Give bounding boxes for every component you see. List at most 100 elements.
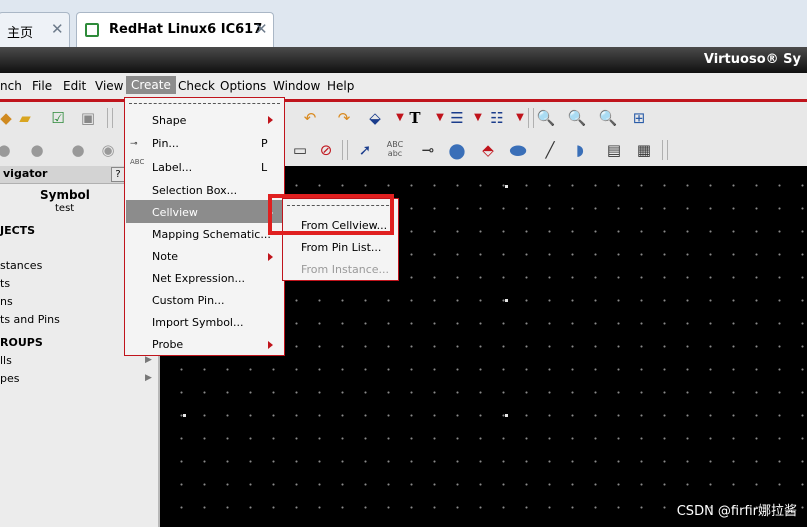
distribute-icon[interactable]: ☷ [487, 108, 507, 128]
menu-item-cellview[interactable]: Cellview [152, 206, 198, 219]
cell-view: test [55, 203, 75, 214]
menu-item-probe[interactable]: Probe [152, 338, 183, 351]
menu-create[interactable]: Create [126, 76, 176, 94]
tab-redhat[interactable]: RedHat Linux6 IC617 ✕ [76, 12, 274, 47]
grid-major-dot [505, 414, 508, 417]
nav-item-types[interactable]: pes [0, 372, 19, 385]
zoom-in-icon[interactable]: 🔍 [536, 108, 556, 128]
redo-icon[interactable]: ↷ [334, 108, 354, 128]
create-menu: Shape ⊸ Pin... P ABC Label... L Selectio… [124, 97, 285, 356]
text-tool-icon[interactable]: T [405, 108, 425, 128]
window-title: Virtuoso® Sy [703, 52, 801, 67]
save-check-icon[interactable]: ☑ [48, 108, 68, 128]
label-abc-icon[interactable]: ABC abc [385, 140, 405, 160]
accel-pin: P [261, 137, 268, 150]
menu-help[interactable]: Help [327, 79, 354, 93]
toolbar-shapes: ● ● ● ◉ ▭ ⊘ ➚ ABC abc ⊸ ● ⬘ ⬬ ╱ ◗ ▤ ▦ [0, 134, 807, 167]
menu-item-note[interactable]: Note [152, 250, 178, 263]
window-titlebar: Virtuoso® Sy [0, 47, 807, 73]
menu-item-custom-pin[interactable]: Custom Pin... [152, 294, 225, 307]
menu-file[interactable]: File [32, 79, 52, 93]
abc-text: ABC [386, 140, 404, 149]
circle-button-icon[interactable]: ◉ [98, 140, 118, 160]
abc-text-lower: abc [387, 149, 403, 158]
menu-check[interactable]: Check [178, 79, 215, 93]
dropdown-arrow-icon[interactable]: ▼ [510, 108, 530, 128]
section-groups[interactable]: ROUPS [0, 336, 43, 349]
align-icon[interactable]: ☰ [447, 108, 467, 128]
menu-item-from-instance: From Instance... [301, 263, 390, 276]
menu-item-label[interactable]: Label... [152, 161, 192, 174]
menu-edit[interactable]: Edit [63, 79, 86, 93]
dropdown-arrow-icon[interactable]: ▼ [468, 108, 488, 128]
grid-major-dot [183, 414, 186, 417]
help-button[interactable]: ? [111, 167, 125, 182]
ellipse-icon[interactable]: ⬬ [508, 140, 528, 160]
tool-icon[interactable]: ◆ [0, 108, 16, 128]
menu-item-import-symbol[interactable]: Import Symbol... [152, 316, 243, 329]
menu-highlight [126, 200, 283, 223]
toolbar-main: ◆ ▰ ☑ ▣ ↶ ↷ ⬙ ▼ T ▼ ☰ ▼ ☷ ▼ 🔍 🔍 🔍 ⊞ [0, 102, 807, 135]
nav-item-pins[interactable]: ns [0, 295, 13, 308]
expand-arrow-icon[interactable]: ▶ [145, 373, 152, 383]
tab-redhat-close-icon[interactable]: ✕ [255, 20, 268, 38]
toolbar-separator [662, 140, 668, 160]
zoom-area-icon[interactable]: ⊞ [629, 108, 649, 128]
circle-shape-icon[interactable]: ● [447, 140, 467, 160]
menu-bar: nch File Edit View Create Check Options … [0, 73, 807, 102]
stretch-icon[interactable]: ⬙ [365, 108, 385, 128]
menu-window[interactable]: Window [273, 79, 320, 93]
pin-icon: ⊸ [130, 139, 138, 149]
menu-launch[interactable]: nch [0, 79, 22, 93]
submenu-arrow-icon [268, 116, 273, 124]
tab-home-label: 主页 [7, 26, 34, 41]
zoom-fit-icon[interactable]: 🔍 [598, 108, 618, 128]
grid-major-dot [505, 185, 508, 188]
pin-icon[interactable]: ⊸ [418, 140, 438, 160]
grid-major-dot [505, 299, 508, 302]
circle-button-icon[interactable]: ● [27, 140, 47, 160]
arc-icon[interactable]: ◗ [570, 140, 590, 160]
accel-label: L [261, 161, 268, 174]
menu-item-mapping-schematic[interactable]: Mapping Schematic... [152, 228, 271, 241]
nav-item-cells[interactable]: lls [0, 354, 12, 367]
delete-window-icon[interactable]: ⊘ [316, 140, 336, 160]
browser-tab-strip: 主页 ✕ RedHat Linux6 IC617 ✕ [0, 0, 807, 48]
select-arrow-icon[interactable]: ➚ [355, 140, 375, 160]
save-disabled-icon[interactable]: ▣ [78, 108, 98, 128]
line-icon[interactable]: ╱ [540, 140, 560, 160]
circle-button-icon[interactable]: ● [68, 140, 88, 160]
tear-off-line[interactable] [129, 103, 280, 104]
label-abc-icon: ABC [130, 158, 145, 166]
undo-icon[interactable]: ↶ [300, 108, 320, 128]
toolbar-separator [342, 140, 348, 160]
menu-item-from-pin-list[interactable]: From Pin List... [301, 241, 381, 254]
cell-name: Symbol [40, 188, 90, 202]
menu-view[interactable]: View [95, 79, 123, 93]
tab-home[interactable]: 主页 ✕ [0, 12, 70, 47]
zoom-out-icon[interactable]: 🔍 [567, 108, 587, 128]
menu-item-shape[interactable]: Shape [152, 114, 186, 127]
navigator-title: vigator [3, 167, 48, 180]
section-objects[interactable]: JECTS [0, 224, 35, 237]
expand-arrow-icon[interactable]: ▶ [145, 355, 152, 365]
toolbar-separator [528, 108, 534, 128]
window-icon[interactable]: ▭ [290, 140, 310, 160]
annotation-highlight-box [268, 194, 394, 235]
circle-button-icon[interactable]: ● [0, 140, 14, 160]
menu-options[interactable]: Options [220, 79, 266, 93]
nav-item-nets[interactable]: ts [0, 277, 10, 290]
menu-item-selection-box[interactable]: Selection Box... [152, 184, 237, 197]
open-folder-icon[interactable]: ▰ [15, 108, 35, 128]
submenu-arrow-icon [268, 341, 273, 349]
menu-item-net-expression[interactable]: Net Expression... [152, 272, 245, 285]
tab-redhat-label: RedHat Linux6 IC617 [109, 22, 263, 37]
menu-item-pin[interactable]: Pin... [152, 137, 179, 150]
page-icon[interactable]: ▦ [634, 140, 654, 160]
nav-item-nets-and-pins[interactable]: ts and Pins [0, 313, 60, 326]
tab-home-close-icon[interactable]: ✕ [51, 20, 64, 38]
submenu-arrow-icon [268, 253, 273, 261]
note-icon[interactable]: ▤ [604, 140, 624, 160]
shape-select-icon[interactable]: ⬘ [478, 140, 498, 160]
nav-item-instances[interactable]: stances [0, 259, 42, 272]
